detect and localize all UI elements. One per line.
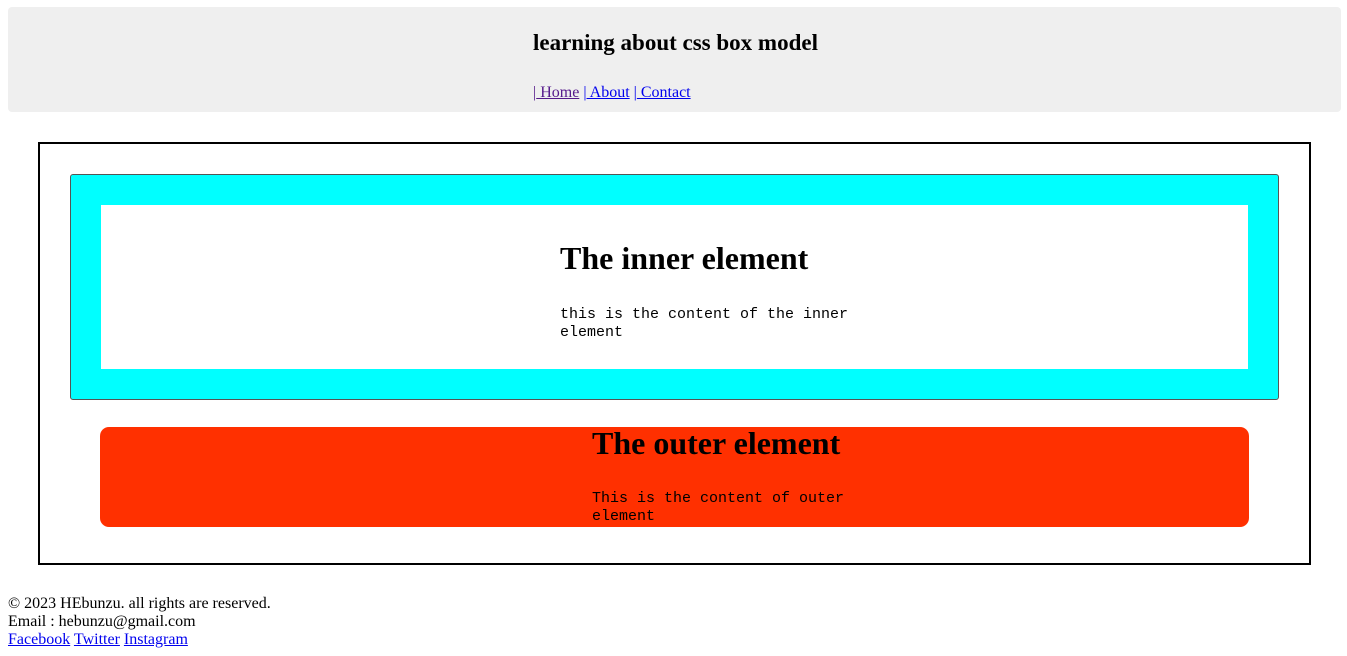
footer-link-instagram[interactable]: Instagram <box>124 631 188 648</box>
inner-element-box <box>101 205 1248 369</box>
nav-home-label: Home <box>536 84 580 101</box>
footer-copyright: © 2023 HEbunzu. all rights are reserved. <box>8 595 271 612</box>
site-title: learning about css box model <box>533 30 818 55</box>
nav-contact-label: Contact <box>636 84 691 101</box>
nav-about-label: About <box>586 84 630 101</box>
footer-email: Email : hebunzu@gmail.com <box>8 613 196 630</box>
nav-about-link[interactable]: | About <box>583 84 629 101</box>
outer-element-title: The outer element <box>592 425 841 461</box>
footer-link-twitter[interactable]: Twitter <box>74 631 120 648</box>
nav-home-link[interactable]: | Home <box>533 84 579 101</box>
outer-element-content: This is the content of outer element <box>592 490 845 525</box>
page-footer: © 2023 HEbunzu. all rights are reserved.… <box>8 595 271 649</box>
footer-link-facebook[interactable]: Facebook <box>8 631 70 648</box>
footer-social-links: Facebook Twitter Instagram <box>8 631 271 649</box>
inner-element-title: The inner element <box>560 240 809 276</box>
nav-contact-link[interactable]: | Contact <box>634 84 691 101</box>
main-nav: | Home | About | Contact <box>533 84 691 102</box>
inner-element-content: this is the content of the inner element <box>560 306 849 341</box>
